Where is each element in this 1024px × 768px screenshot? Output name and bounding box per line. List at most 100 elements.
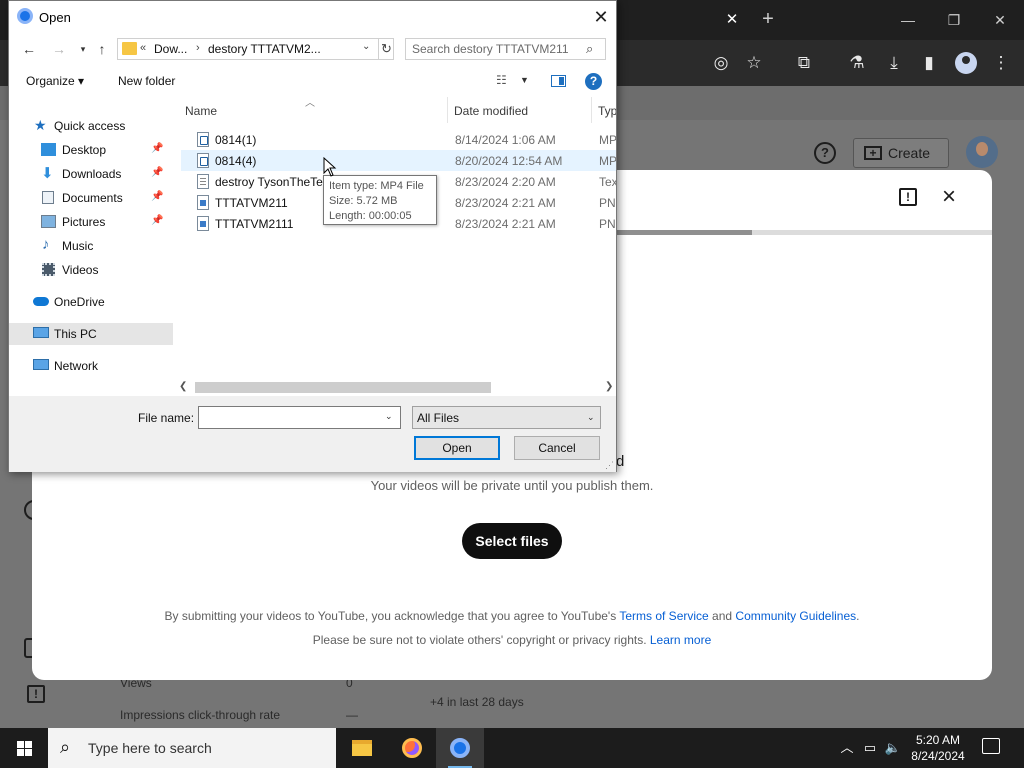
- address-bar[interactable]: « Dow... › destory TTTATVM2... ⌄ ↻: [117, 38, 394, 60]
- views-delta: +4 in last 28 days: [430, 695, 524, 709]
- file-date: 8/23/2024 2:21 AM: [455, 217, 556, 231]
- pin-icon[interactable]: 📌: [151, 191, 163, 202]
- address-dropdown-icon[interactable]: ⌄: [362, 41, 370, 52]
- start-button[interactable]: [0, 728, 48, 768]
- scroll-left-arrow-icon[interactable]: ❮: [179, 381, 187, 392]
- resize-grip-icon[interactable]: ⋰: [605, 460, 615, 470]
- new-folder-button[interactable]: New folder: [118, 74, 175, 88]
- column-divider[interactable]: [447, 97, 448, 123]
- community-guidelines-link[interactable]: Community Guidelines: [735, 609, 856, 623]
- pin-icon[interactable]: 📌: [151, 167, 163, 178]
- modal-close-icon[interactable]: ×: [938, 185, 960, 209]
- tooltip-line: Item type: MP4 File: [329, 180, 424, 192]
- channel-avatar[interactable]: [966, 136, 998, 168]
- nav-item-quick-access[interactable]: ★ Quick access: [9, 115, 173, 137]
- pin-icon[interactable]: 📌: [151, 215, 163, 226]
- recent-locations-chevron-icon[interactable]: ▾: [73, 39, 93, 59]
- nav-item-documents[interactable]: Documents 📌: [9, 187, 173, 209]
- taskbar-chrome[interactable]: [436, 728, 484, 768]
- chevron-down-icon[interactable]: ⌄: [385, 411, 393, 422]
- clock-time[interactable]: 5:20 AM: [912, 733, 964, 747]
- file-row[interactable]: 0814(1) 8/14/2024 1:06 AM MP4: [181, 129, 616, 150]
- nav-item-music[interactable]: ♪ Music: [9, 235, 173, 257]
- horizontal-scrollbar[interactable]: ❮ ❯: [173, 379, 616, 396]
- desktop-folder-icon: [41, 143, 56, 156]
- eye-off-icon[interactable]: ◎: [710, 52, 732, 74]
- dialog-title: Open: [39, 10, 71, 25]
- breadcrumb-current-folder[interactable]: destory TTTATVM2...: [208, 42, 321, 56]
- search-input[interactable]: [412, 42, 582, 56]
- cancel-button[interactable]: Cancel: [514, 436, 600, 460]
- extensions-icon[interactable]: ⧉: [793, 52, 815, 74]
- nav-item-pictures[interactable]: Pictures 📌: [9, 211, 173, 233]
- terms-of-service-link[interactable]: Terms of Service: [619, 609, 708, 623]
- column-header-date-modified[interactable]: Date modified: [454, 104, 528, 118]
- network-tray-icon[interactable]: ▭: [861, 739, 879, 757]
- view-options-icon[interactable]: ☷: [496, 73, 512, 87]
- taskbar-file-explorer[interactable]: [338, 728, 386, 768]
- search-icon[interactable]: ⌕: [586, 41, 593, 57]
- file-type: MP4: [599, 133, 616, 147]
- new-tab-icon[interactable]: +: [758, 8, 778, 30]
- preview-pane-icon[interactable]: [551, 75, 566, 87]
- taskbar-search-box[interactable]: ⌕ Type here to search: [48, 728, 336, 768]
- dialog-close-icon[interactable]: ✕: [589, 5, 613, 29]
- file-date: 8/23/2024 2:20 AM: [455, 175, 556, 189]
- chevron-down-icon[interactable]: ⌄: [587, 412, 595, 423]
- address-overflow-icon[interactable]: «: [140, 42, 146, 54]
- taskbar-firefox[interactable]: [388, 728, 436, 768]
- select-files-button[interactable]: Select files: [462, 523, 562, 559]
- sidebar-feedback-icon[interactable]: !: [27, 685, 45, 703]
- column-header-name[interactable]: Name: [185, 104, 217, 118]
- nav-item-network[interactable]: Network: [9, 355, 173, 377]
- pin-icon[interactable]: 📌: [151, 143, 163, 154]
- file-row[interactable]: 0814(4) 8/20/2024 12:54 AM MP4: [181, 150, 616, 171]
- view-dropdown-icon[interactable]: ▼: [520, 75, 529, 85]
- minimize-icon[interactable]: —: [894, 8, 922, 32]
- file-explorer-icon: [352, 740, 372, 756]
- copyright-prefix: Please be sure not to violate others' co…: [312, 633, 650, 647]
- search-box[interactable]: ⌕: [405, 38, 606, 60]
- menu-kebab-icon[interactable]: ⋮: [990, 52, 1012, 74]
- scroll-right-arrow-icon[interactable]: ❯: [605, 381, 613, 392]
- breadcrumb-separator-icon[interactable]: ›: [196, 42, 200, 54]
- column-header-type[interactable]: Type: [598, 104, 616, 118]
- file-type-select[interactable]: All Files ⌄: [412, 406, 601, 429]
- create-button[interactable]: + Create: [853, 138, 949, 168]
- clock-date[interactable]: 8/24/2024: [906, 749, 970, 763]
- tray-chevron-up-icon[interactable]: ︿: [838, 739, 856, 757]
- forward-arrow-icon[interactable]: →: [49, 39, 69, 59]
- back-arrow-icon[interactable]: ←: [19, 39, 39, 59]
- learn-more-link[interactable]: Learn more: [650, 633, 711, 647]
- labs-flask-icon[interactable]: ⚗: [846, 52, 868, 74]
- windows-taskbar: ⌕ Type here to search ︿ ▭ 🔈 5:20 AM 8/24…: [0, 728, 1024, 768]
- nav-item-downloads[interactable]: ⬇ Downloads 📌: [9, 163, 173, 185]
- nav-item-videos[interactable]: Videos: [9, 259, 173, 281]
- download-icon[interactable]: ⤓: [883, 52, 905, 74]
- organize-button[interactable]: Organize ▾: [26, 74, 84, 88]
- breadcrumb-downloads[interactable]: Dow...: [154, 42, 187, 56]
- tooltip-line: Length: 00:00:05: [329, 210, 412, 222]
- feedback-icon[interactable]: !: [899, 188, 917, 206]
- side-panel-icon[interactable]: ▮: [918, 52, 940, 74]
- nav-item-desktop[interactable]: Desktop 📌: [9, 139, 173, 161]
- restore-icon[interactable]: ❐: [940, 8, 968, 32]
- nav-item-this-pc[interactable]: This PC: [9, 323, 173, 345]
- firefox-icon: [402, 738, 422, 758]
- open-button[interactable]: Open: [414, 436, 500, 460]
- refresh-icon[interactable]: ↻: [378, 39, 394, 59]
- nav-item-onedrive[interactable]: OneDrive: [9, 291, 173, 313]
- help-icon[interactable]: ?: [814, 142, 836, 164]
- column-divider[interactable]: [591, 97, 592, 123]
- file-name-combobox[interactable]: ⌄: [198, 406, 401, 429]
- profile-avatar-icon[interactable]: [955, 52, 977, 74]
- scrollbar-thumb[interactable]: [195, 382, 491, 393]
- help-icon[interactable]: ?: [585, 73, 602, 90]
- volume-muted-icon[interactable]: 🔈: [884, 739, 902, 757]
- bookmark-star-icon[interactable]: ☆: [743, 52, 765, 74]
- tab-close-icon[interactable]: ✕: [722, 10, 742, 30]
- window-close-icon[interactable]: ✕: [986, 8, 1014, 32]
- file-name-input[interactable]: [202, 410, 380, 424]
- notifications-icon[interactable]: [982, 738, 1000, 754]
- up-arrow-icon[interactable]: ↑: [92, 39, 112, 59]
